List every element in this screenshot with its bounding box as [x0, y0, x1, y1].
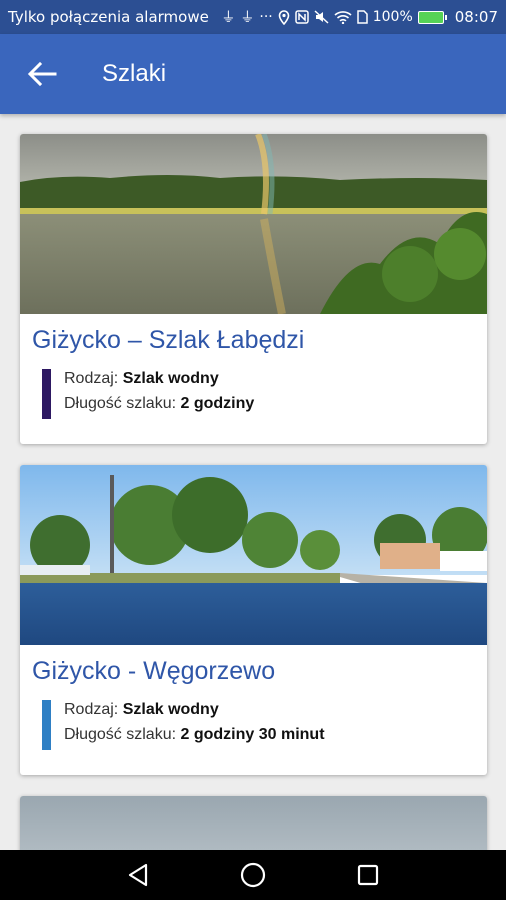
usb-debug-icon: ⏚ — [240, 10, 255, 26]
usb-icon: ⏚ — [221, 10, 236, 26]
trail-photo-lake-rainbow — [20, 134, 487, 314]
nav-back-button[interactable] — [118, 855, 158, 895]
location-icon — [278, 9, 290, 25]
trail-card[interactable] — [20, 796, 487, 850]
trail-photo-canal — [20, 465, 487, 645]
status-icons: ⏚ ⏚ ··· 100% 08:07 — [221, 7, 498, 27]
trail-accent-bar — [42, 700, 51, 750]
trail-info: Rodzaj: Szlak wodny Długość szlaku: 2 go… — [42, 369, 487, 419]
more-icon: ··· — [259, 9, 273, 25]
wifi-icon — [334, 11, 352, 24]
system-nav-bar — [0, 850, 506, 900]
mute-icon — [314, 10, 329, 24]
trail-list[interactable]: Giżycko – Szlak Łabędzi Rodzaj: Szlak wo… — [0, 114, 506, 850]
nav-recents-button[interactable] — [348, 855, 388, 895]
battery-percent: 100% — [372, 9, 413, 25]
nfc-icon — [294, 10, 309, 24]
sim-icon — [356, 10, 368, 24]
trail-card[interactable]: Giżycko – Szlak Łabędzi Rodzaj: Szlak wo… — [20, 134, 487, 444]
trail-accent-bar — [42, 369, 51, 419]
clock: 08:07 — [454, 8, 498, 26]
trail-type: Rodzaj: Szlak wodny — [64, 370, 219, 387]
trail-info: Rodzaj: Szlak wodny Długość szlaku: 2 go… — [42, 700, 487, 750]
nav-home-button[interactable] — [233, 855, 273, 895]
carrier-text: Tylko połączenia alarmowe — [8, 8, 209, 26]
app-toolbar: Szlaki — [0, 34, 506, 114]
status-bar: Tylko połączenia alarmowe ⏚ ⏚ ··· 100% 0… — [0, 0, 506, 34]
triangle-back-icon — [128, 863, 147, 887]
trail-length: Długość szlaku: 2 godziny 30 minut — [64, 726, 325, 743]
page-title: Szlaki — [102, 60, 167, 87]
trail-photo-partial — [20, 796, 487, 850]
circle-home-icon — [240, 862, 266, 888]
trail-type: Rodzaj: Szlak wodny — [64, 701, 219, 718]
trail-title: Giżycko – Szlak Łabędzi — [32, 326, 305, 354]
back-arrow-icon — [27, 61, 57, 87]
square-recents-icon — [358, 864, 379, 886]
back-button[interactable] — [12, 44, 72, 104]
trail-card[interactable]: Giżycko - Węgorzewo Rodzaj: Szlak wodny … — [20, 465, 487, 775]
trail-length: Długość szlaku: 2 godziny — [64, 395, 255, 412]
trail-title: Giżycko - Węgorzewo — [32, 657, 276, 685]
battery-icon — [417, 10, 447, 24]
